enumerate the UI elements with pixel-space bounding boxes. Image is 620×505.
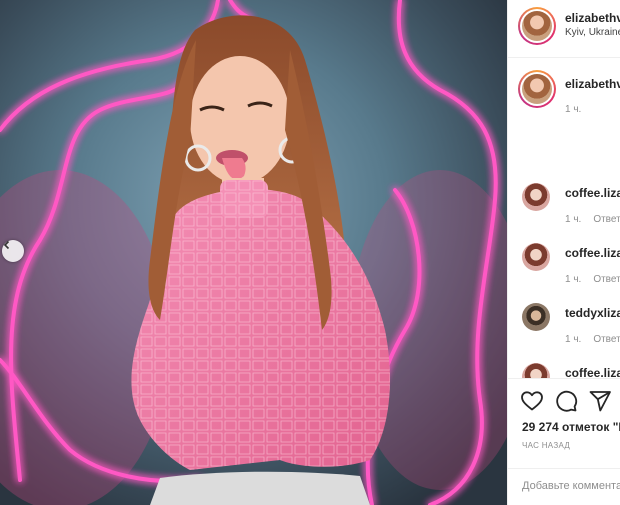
post-timestamp[interactable]: ЧАС НАЗАД <box>522 441 570 450</box>
comment-item: coffee.liza 1 ч. Ответить <box>508 183 620 243</box>
commenter-username[interactable]: coffee.liza <box>565 186 620 200</box>
instagram-post: elizabethvasilenko Kyiv, Ukraine elizabe… <box>0 0 620 505</box>
heart-icon <box>521 391 543 411</box>
commenter-avatar[interactable] <box>522 183 550 211</box>
commenter-avatar[interactable] <box>522 303 550 331</box>
post-photo[interactable] <box>0 0 507 505</box>
post-actions: 29 274 отметок "Нравится" ЧАС НАЗАД <box>508 378 620 505</box>
chevron-left-icon <box>3 240 10 250</box>
comment-input[interactable] <box>522 480 620 492</box>
paper-plane-icon <box>589 391 611 412</box>
add-comment-area <box>508 468 620 505</box>
caption-avatar[interactable] <box>518 70 556 108</box>
carousel-prev-button[interactable] <box>2 240 24 262</box>
author-username[interactable]: elizabethvasilenko <box>565 11 620 25</box>
share-button[interactable] <box>588 389 612 413</box>
comment-time[interactable]: 1 ч. <box>565 334 581 345</box>
commenter-avatar[interactable] <box>522 243 550 271</box>
commenter-username[interactable]: teddyxliza <box>565 306 620 320</box>
post-header: elizabethvasilenko Kyiv, Ukraine <box>508 0 620 58</box>
caption-time[interactable]: 1 ч. <box>565 104 581 115</box>
comment-item: teddyxliza 1 ч. Ответить <box>508 303 620 363</box>
commenter-username[interactable]: coffee.liza <box>565 246 620 260</box>
author-avatar[interactable] <box>518 7 556 45</box>
photo-artwork <box>0 0 507 505</box>
reply-button[interactable]: Ответить <box>593 274 620 285</box>
caption-username[interactable]: elizabethvasilenko <box>565 77 620 91</box>
comment-item: coffee.liza 1 ч. Ответить <box>508 243 620 303</box>
comment-icon <box>556 390 578 412</box>
reply-button[interactable]: Ответить <box>593 334 620 345</box>
comment-time[interactable]: 1 ч. <box>565 274 581 285</box>
reply-button[interactable]: Ответить <box>593 214 620 225</box>
likes-count[interactable]: 29 274 отметок "Нравится" <box>522 420 620 434</box>
like-button[interactable] <box>520 389 544 413</box>
comment-time[interactable]: 1 ч. <box>565 214 581 225</box>
post-location[interactable]: Kyiv, Ukraine <box>565 27 620 38</box>
post-side-panel: elizabethvasilenko Kyiv, Ukraine elizabe… <box>507 0 620 505</box>
comment-button[interactable] <box>554 389 578 413</box>
caption: elizabethvasilenko 1 ч. <box>508 58 620 168</box>
